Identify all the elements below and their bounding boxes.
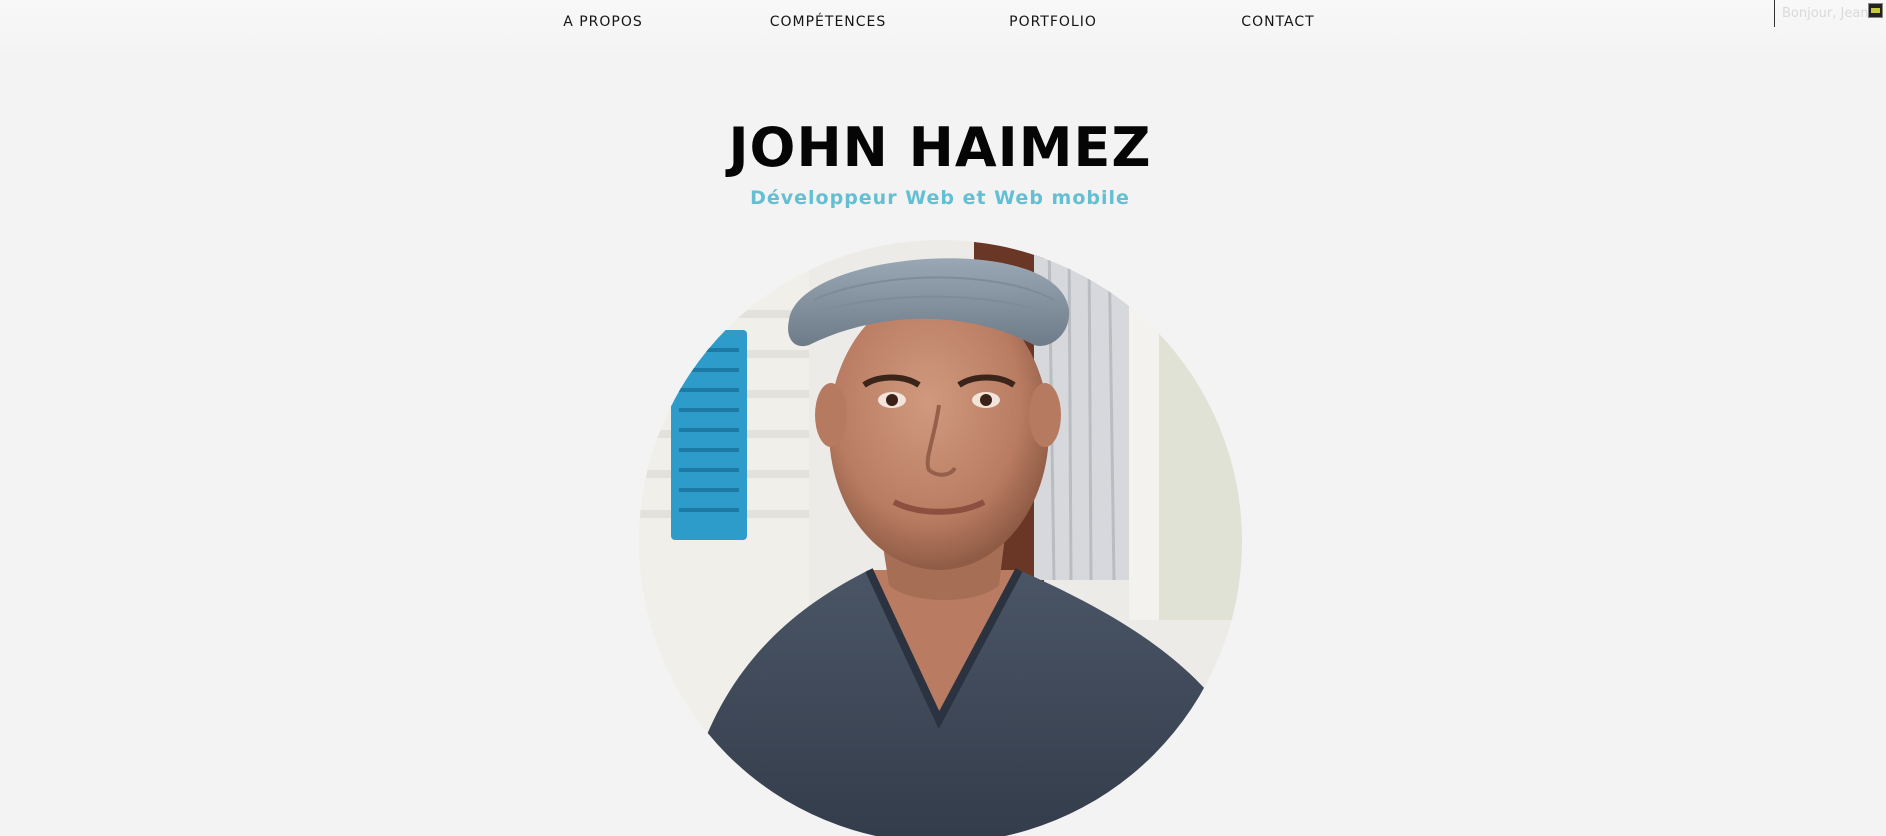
page: A PROPOS COMPÉTENCES PORTFOLIO CONTACT B… bbox=[0, 0, 1886, 836]
corner-divider bbox=[1774, 0, 1775, 27]
job-title: Développeur Web et Web mobile bbox=[750, 187, 1130, 209]
nav-link-competences[interactable]: COMPÉTENCES bbox=[770, 14, 887, 30]
page-title: JOHN HAIMEZ bbox=[728, 116, 1152, 179]
nav-link-a-propos[interactable]: A PROPOS bbox=[563, 14, 643, 30]
profile-photo bbox=[639, 240, 1242, 836]
flag-icon[interactable] bbox=[1868, 3, 1883, 18]
nav-link-contact[interactable]: CONTACT bbox=[1241, 14, 1314, 30]
greeting-text: Bonjour, Jean bbox=[1782, 6, 1869, 21]
nav-link-portfolio[interactable]: PORTFOLIO bbox=[1009, 14, 1097, 30]
top-navigation: A PROPOS COMPÉTENCES PORTFOLIO CONTACT B… bbox=[0, 0, 1886, 52]
